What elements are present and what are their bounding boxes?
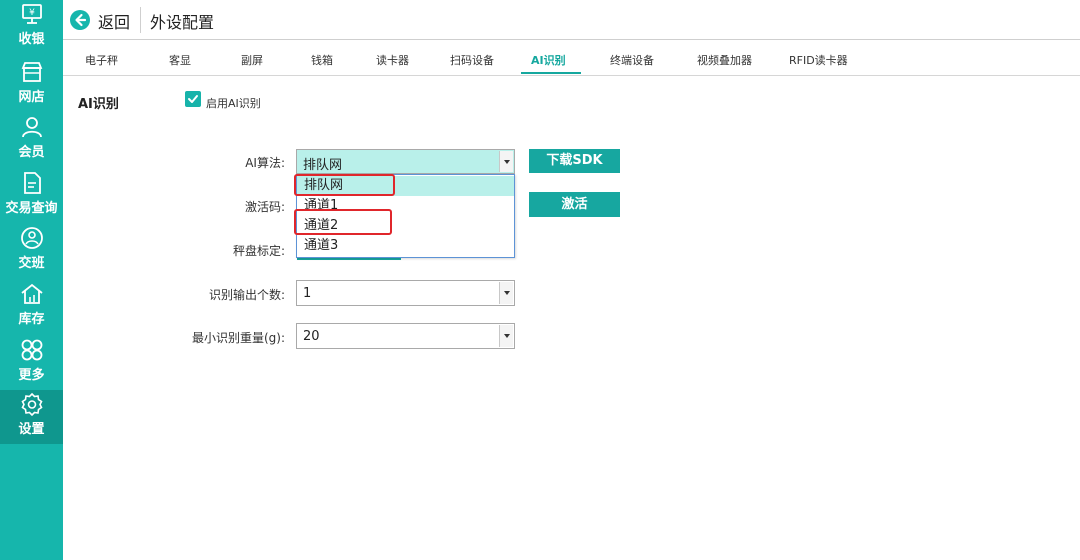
dropdown-button[interactable] (499, 325, 513, 347)
sidebar-item-label: 更多 (18, 368, 45, 383)
header: 返回 外设配置 (63, 0, 1080, 40)
algorithm-value: 排队网 (303, 158, 343, 173)
svg-text:¥: ¥ (29, 8, 35, 18)
sidebar-item-settings[interactable]: 设置 (0, 390, 63, 444)
document-icon (24, 172, 41, 194)
enable-ai-label: 启用AI识别 (206, 97, 261, 110)
chevron-down-icon (504, 159, 510, 164)
divider (140, 7, 141, 33)
dropdown-option[interactable]: 通道2 (297, 216, 514, 236)
min-weight-label: 最小识别重量(g): (191, 331, 285, 345)
sidebar-item-transactions[interactable]: 交易查询 (0, 169, 63, 223)
dropdown-option[interactable]: 通道1 (297, 196, 514, 216)
algorithm-label: AI算法: (245, 156, 285, 170)
chevron-down-icon (504, 291, 510, 295)
algorithm-select[interactable]: 排队网 (296, 149, 515, 174)
member-icon (22, 117, 42, 138)
more-icon (21, 339, 43, 361)
tab-scanner[interactable]: 扫码设备 (450, 52, 494, 68)
sidebar-item-store[interactable]: 网店 (0, 58, 63, 112)
enable-ai-checkbox[interactable] (185, 91, 201, 107)
output-count-select[interactable]: 1 (296, 280, 515, 306)
active-tab-indicator (521, 72, 581, 74)
tab-terminal-device[interactable]: 终端设备 (610, 52, 654, 68)
checkmark-icon (188, 95, 198, 103)
tab-video-overlay[interactable]: 视频叠加器 (697, 52, 752, 68)
dropdown-button[interactable] (499, 151, 513, 172)
dropdown-option[interactable]: 排队网 (297, 176, 514, 196)
tab-bar: 电子秤 客显 副屏 钱箱 读卡器 扫码设备 AI识别 终端设备 视频叠加器 RF… (63, 41, 1080, 76)
section-title: AI识别 (78, 97, 119, 112)
activate-button[interactable]: 激活 (529, 192, 620, 217)
activation-label: 激活码: (244, 200, 285, 214)
tab-rfid-reader[interactable]: RFID读卡器 (789, 52, 848, 68)
algorithm-dropdown-list: 排队网 通道1 通道2 通道3 (296, 174, 515, 258)
cashier-icon: ¥ (22, 4, 42, 24)
sidebar-item-cashier[interactable]: ¥ 收银 (0, 0, 63, 54)
page-title: 外设配置 (150, 13, 215, 32)
sidebar-item-inventory[interactable]: 库存 (0, 280, 63, 334)
sidebar: ¥ 收银 网店 会员 交易查询 交班 库存 更多 设置 (0, 0, 63, 560)
settings-icon (21, 392, 43, 416)
sidebar-item-label: 会员 (18, 145, 45, 160)
sidebar-item-label: 交班 (18, 256, 45, 271)
output-count-label: 识别输出个数: (208, 288, 285, 302)
min-weight-value: 20 (303, 329, 320, 344)
dropdown-option[interactable]: 通道3 (297, 236, 514, 256)
download-sdk-button[interactable]: 下载SDK (529, 149, 620, 173)
tab-ai-recognition[interactable]: AI识别 (531, 52, 566, 68)
shift-icon (21, 227, 43, 249)
store-icon (21, 62, 43, 82)
inventory-icon (21, 283, 43, 304)
sidebar-item-label: 库存 (18, 312, 45, 327)
sidebar-item-label: 网店 (18, 90, 45, 105)
chevron-down-icon (504, 334, 510, 338)
tab-customer-display[interactable]: 客显 (169, 52, 191, 68)
sidebar-item-member[interactable]: 会员 (0, 113, 63, 167)
dropdown-button[interactable] (499, 282, 513, 304)
tab-electronic-scale[interactable]: 电子秤 (85, 52, 118, 68)
sidebar-item-more[interactable]: 更多 (0, 336, 63, 390)
back-button[interactable]: 返回 (98, 9, 130, 33)
calibration-label: 秤盘标定: (232, 244, 285, 258)
sidebar-item-label: 设置 (18, 422, 45, 437)
output-count-value: 1 (303, 286, 312, 301)
min-weight-select[interactable]: 20 (296, 323, 515, 349)
sidebar-item-label: 交易查询 (5, 201, 58, 216)
tab-cash-drawer[interactable]: 钱箱 (311, 52, 333, 68)
back-arrow-icon[interactable] (69, 9, 91, 31)
sidebar-item-label: 收银 (18, 32, 45, 47)
tab-card-reader[interactable]: 读卡器 (376, 52, 409, 68)
tab-secondary-screen[interactable]: 副屏 (241, 52, 263, 68)
sidebar-item-shift[interactable]: 交班 (0, 224, 63, 278)
